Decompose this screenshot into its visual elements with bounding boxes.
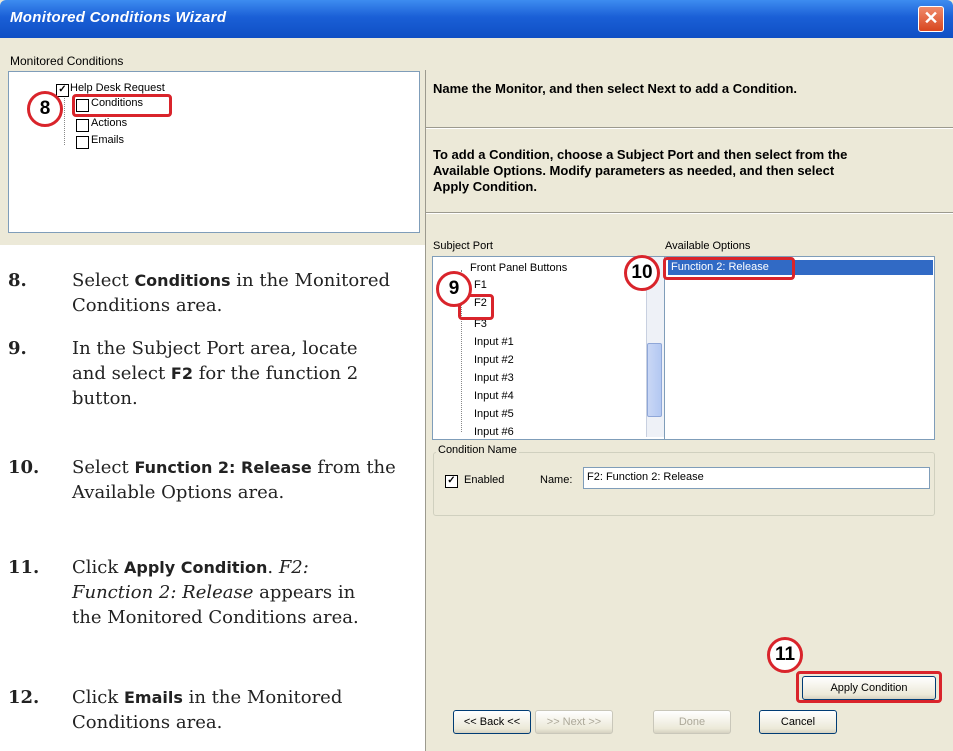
section-divider-1 [426, 127, 953, 129]
tree-line [64, 90, 66, 145]
callout-10: 10 [624, 255, 660, 291]
tree-item-help-desk-request[interactable]: Help Desk Request [70, 82, 165, 94]
step-number: 11. [8, 557, 40, 578]
scrollbar-thumb[interactable] [647, 343, 662, 417]
subject-item-input-2[interactable]: Input #2 [474, 354, 514, 366]
step-text-part: Select [72, 457, 135, 478]
step-text-part: Click [72, 687, 124, 708]
step-keyword: Emails [124, 688, 183, 707]
condition-name-label: Condition Name [436, 444, 519, 456]
function-release-highlight [663, 257, 795, 280]
step-number: 9. [8, 338, 27, 359]
done-button[interactable]: Done [653, 710, 731, 734]
apply-condition-highlight [796, 671, 942, 703]
panel-divider [425, 70, 426, 751]
help-desk-checkbox[interactable]: ✓ [56, 84, 69, 97]
step-text: In the Subject Port area, locate and sel… [72, 336, 362, 411]
step-text: Select Function 2: Release from the Avai… [72, 455, 412, 505]
tree-item-actions[interactable]: Actions [91, 117, 127, 129]
step-text: Select Conditions in the Monitored Condi… [72, 268, 422, 318]
step-text: Click Apply Condition. F2: Function 2: R… [72, 555, 362, 630]
name-label: Name: [540, 474, 573, 486]
step-keyword: Function 2: Release [134, 458, 312, 477]
subject-item-input-1[interactable]: Input #1 [474, 336, 514, 348]
step-text-part: Click [72, 557, 124, 578]
subject-item-input-4[interactable]: Input #4 [474, 390, 514, 402]
conditions-highlight [72, 94, 172, 117]
step-text-part: Select [72, 270, 135, 291]
subject-item-f1[interactable]: F1 [474, 279, 487, 291]
emails-checkbox[interactable] [76, 136, 89, 149]
cancel-button[interactable]: Cancel [759, 710, 837, 734]
monitored-conditions-tree[interactable] [8, 71, 420, 233]
step-text-part: . [267, 557, 279, 578]
callout-8: 8 [27, 91, 63, 127]
subject-item-front-panel[interactable]: Front Panel Buttons [470, 262, 567, 274]
instruction-panel: 8. Select Conditions in the Monitored Co… [0, 245, 425, 751]
available-options-label: Available Options [665, 240, 751, 252]
enabled-checkbox[interactable]: ✓ [445, 475, 458, 488]
close-icon[interactable]: ✕ [918, 6, 944, 32]
subject-item-input-3[interactable]: Input #3 [474, 372, 514, 384]
subject-item-input-5[interactable]: Input #5 [474, 408, 514, 420]
step-keyword: Apply Condition [124, 558, 268, 577]
actions-checkbox[interactable] [76, 119, 89, 132]
subject-port-label: Subject Port [433, 240, 493, 252]
tree-item-emails[interactable]: Emails [91, 134, 124, 146]
window-title: Monitored Conditions Wizard [10, 9, 227, 26]
available-options-list[interactable] [664, 256, 935, 440]
instruction-name-monitor: Name the Monitor, and then select Next t… [433, 81, 798, 96]
callout-11: 11 [767, 637, 803, 673]
step-text: Click Emails in the Monitored Conditions… [72, 685, 412, 735]
back-button[interactable]: << Back << [453, 710, 531, 734]
step-number: 8. [8, 270, 27, 291]
step-number: 12. [8, 687, 40, 708]
name-input-value: F2: Function 2: Release [587, 471, 704, 483]
instruction-add-condition: To add a Condition, choose a Subject Por… [433, 147, 848, 194]
step-keyword: F2 [170, 364, 193, 383]
enabled-label: Enabled [464, 474, 505, 486]
callout-9: 9 [436, 271, 472, 307]
next-button[interactable]: >> Next >> [535, 710, 613, 734]
section-divider-2 [426, 212, 953, 214]
monitored-conditions-label: Monitored Conditions [10, 54, 124, 68]
subject-item-input-6[interactable]: Input #6 [474, 426, 514, 438]
step-keyword: Conditions [134, 271, 231, 290]
step-number: 10. [8, 457, 40, 478]
